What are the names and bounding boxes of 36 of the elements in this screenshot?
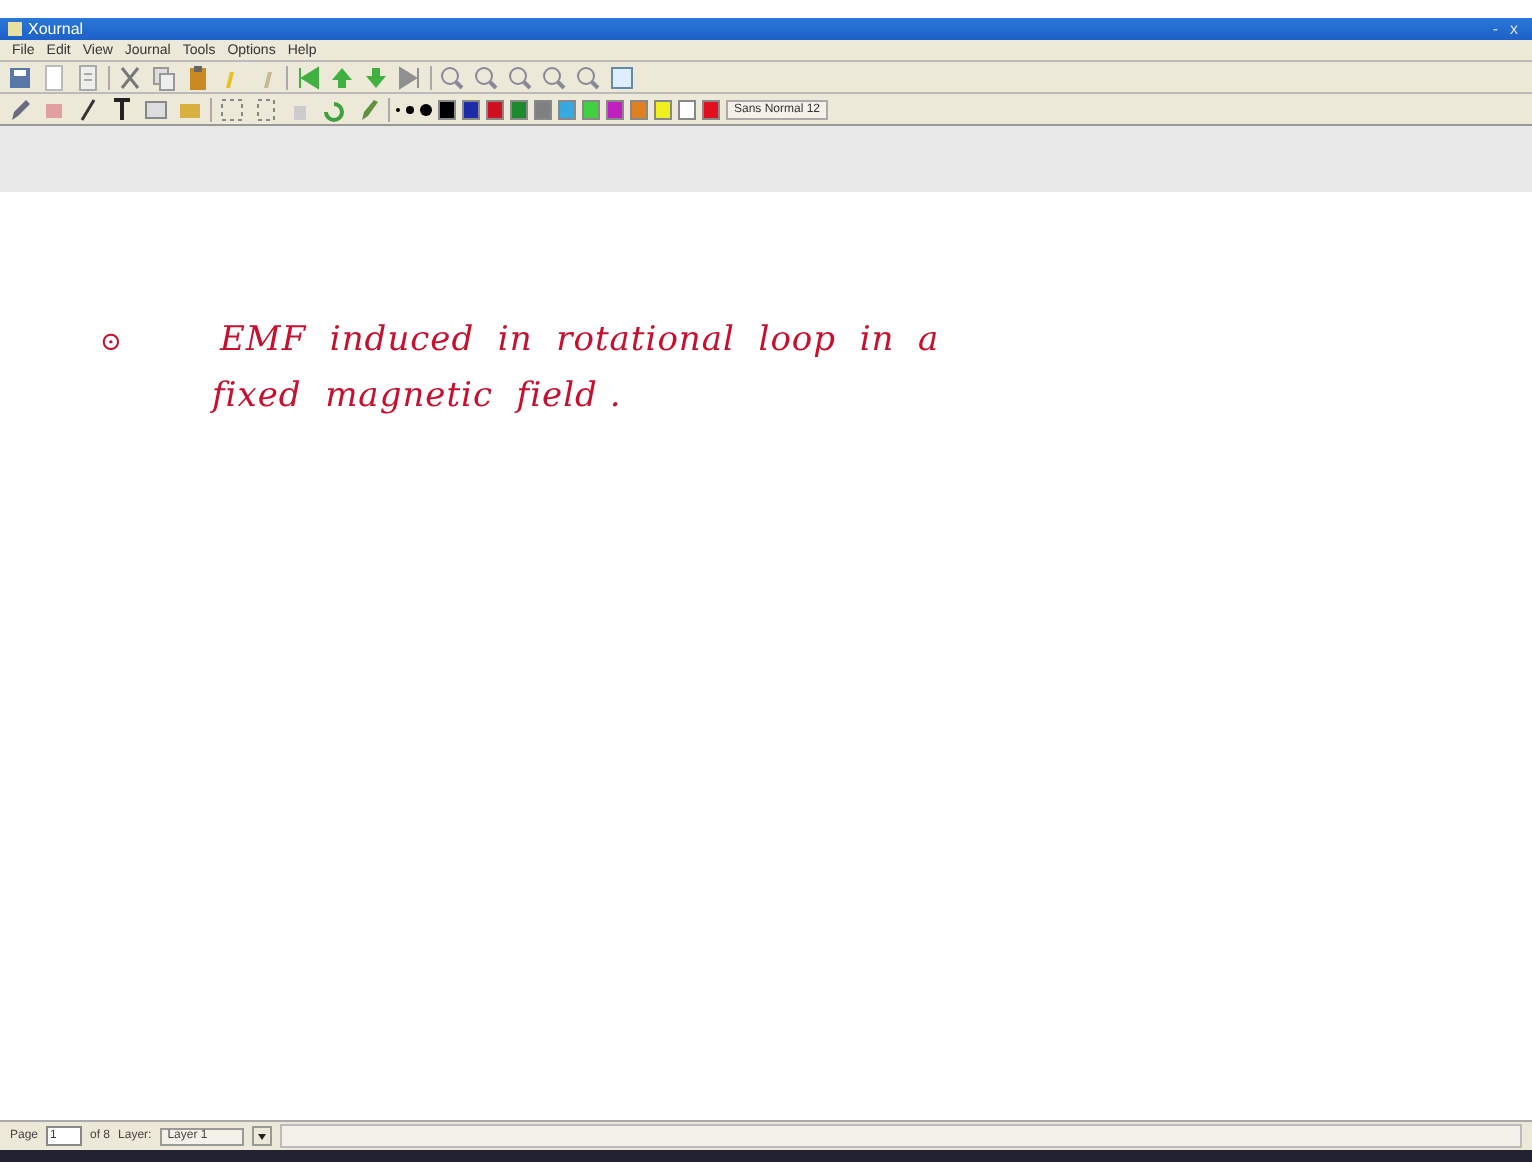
first-page-icon[interactable]	[294, 63, 322, 91]
text-tool-icon[interactable]	[108, 95, 136, 123]
thick-pen-icon[interactable]	[420, 103, 432, 115]
save-icon[interactable]	[6, 63, 34, 91]
window-title: Xournal	[28, 20, 84, 38]
color-swatch[interactable]	[582, 99, 600, 119]
down-arrow-icon[interactable]	[362, 63, 390, 91]
color-swatch[interactable]	[438, 99, 456, 119]
fullscreen-icon[interactable]	[608, 63, 636, 91]
up-arrow-icon[interactable]	[328, 63, 356, 91]
color-swatch[interactable]	[606, 99, 624, 119]
app-icon	[8, 22, 22, 36]
clipboard-icon[interactable]	[184, 63, 212, 91]
color-swatch[interactable]	[510, 99, 528, 119]
zoom-icon[interactable]	[506, 63, 534, 91]
color-swatch[interactable]	[702, 99, 720, 119]
zoom-icon[interactable]	[540, 63, 568, 91]
color-swatch[interactable]	[630, 99, 648, 119]
color-swatch[interactable]	[462, 99, 480, 119]
copy-icon[interactable]	[150, 63, 178, 91]
handwritten-text: fixed magnetic field .	[212, 376, 624, 416]
window-button[interactable]: x	[1504, 20, 1524, 38]
color-swatch[interactable]	[558, 99, 576, 119]
medium-pen-icon[interactable]	[406, 105, 414, 113]
color-swatch[interactable]	[486, 99, 504, 119]
window-button[interactable]: -	[1486, 20, 1504, 38]
color-swatch[interactable]	[654, 99, 672, 119]
color-swatch[interactable]	[678, 99, 696, 119]
color-swatch[interactable]	[534, 99, 552, 119]
zoom-icon[interactable]	[574, 63, 602, 91]
select-icon[interactable]	[218, 95, 246, 123]
handwritten-text: EMF induced in rotational loop in a	[220, 320, 940, 360]
select-icon[interactable]	[252, 95, 280, 123]
last-page-icon[interactable]	[396, 63, 424, 91]
cut-icon[interactable]	[116, 63, 144, 91]
bullet-mark: ⊙	[100, 328, 120, 358]
